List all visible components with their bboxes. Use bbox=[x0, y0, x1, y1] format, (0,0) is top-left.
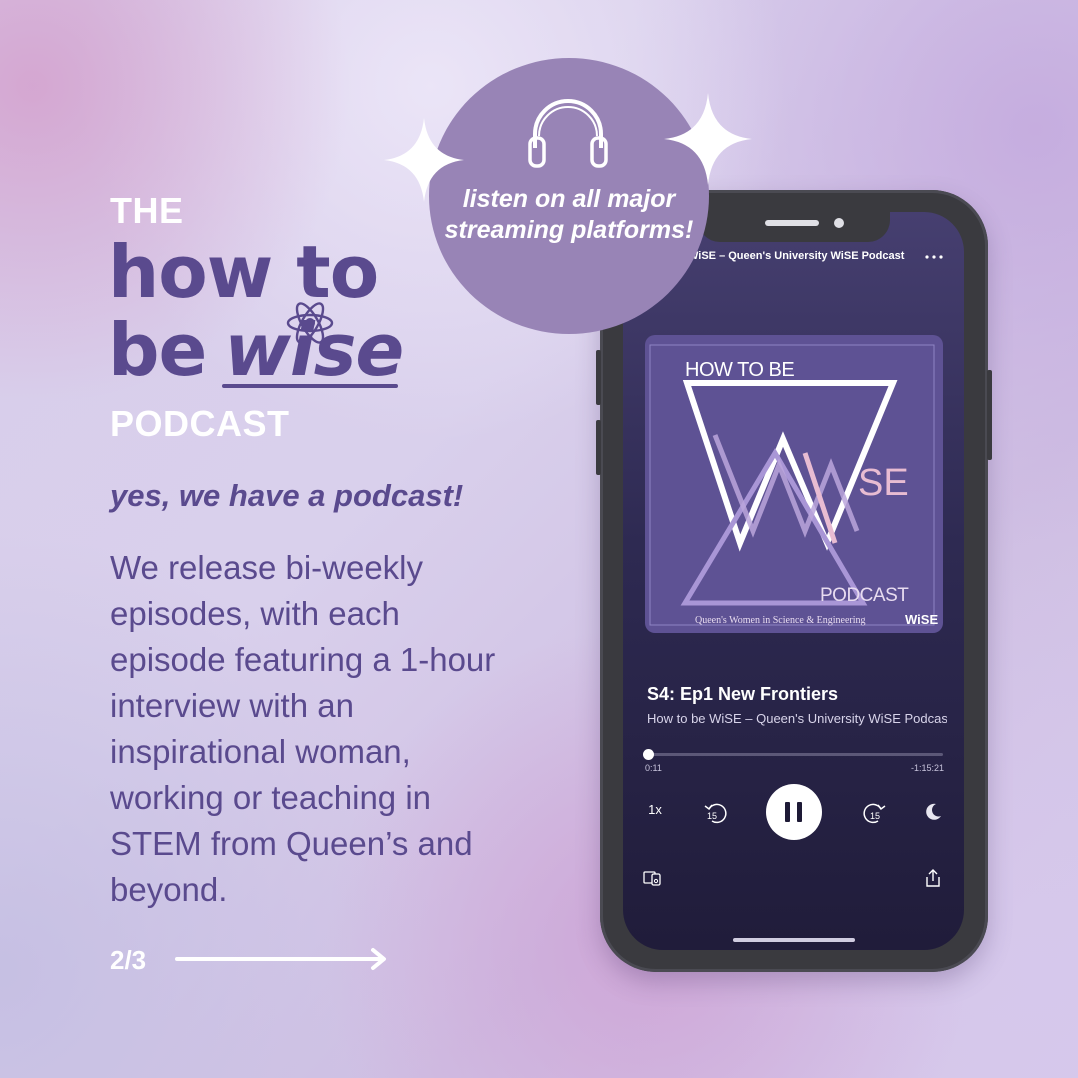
atom-icon bbox=[286, 302, 334, 344]
time-remaining: -1:15:21 bbox=[910, 763, 944, 773]
playback-speed-button[interactable]: 1x bbox=[642, 802, 668, 817]
description: We release bi-weekly episodes, with each… bbox=[110, 549, 496, 908]
skip-forward-seconds: 15 bbox=[870, 811, 881, 821]
moon-icon bbox=[926, 803, 941, 820]
phone-side-button bbox=[987, 370, 992, 460]
title-be-wise: be wise bbox=[108, 314, 404, 386]
headphones-icon bbox=[528, 99, 608, 168]
pause-button[interactable] bbox=[766, 784, 822, 840]
cover-logo: WiSE bbox=[905, 612, 939, 627]
time-elapsed: 0:11 bbox=[645, 763, 662, 773]
pause-icon bbox=[785, 802, 790, 822]
skip-back-button[interactable]: 15 bbox=[702, 800, 730, 826]
title-how-to: how to bbox=[108, 230, 379, 314]
connect-device-button[interactable] bbox=[643, 870, 663, 888]
phone-side-button bbox=[596, 420, 601, 475]
more-options-icon[interactable] bbox=[924, 254, 944, 260]
cover-footer: Queen's Women in Science & Engineering bbox=[695, 615, 866, 626]
home-indicator bbox=[733, 938, 855, 942]
cover-line-top: HOW TO BE bbox=[685, 359, 795, 381]
sleep-timer-button[interactable] bbox=[922, 801, 944, 823]
cover-letters: SE bbox=[858, 462, 909, 504]
progress-bar[interactable] bbox=[648, 753, 943, 756]
page-counter: 2/3 bbox=[110, 945, 147, 975]
share-button[interactable] bbox=[924, 868, 942, 888]
skip-back-seconds: 15 bbox=[707, 811, 718, 821]
phone-speaker bbox=[765, 220, 819, 226]
tagline: yes, we have a podcast! bbox=[110, 478, 464, 513]
share-icon bbox=[926, 869, 940, 887]
device-icon bbox=[643, 871, 661, 886]
skip-forward-button[interactable]: 15 bbox=[860, 800, 888, 826]
sparkle-icon bbox=[664, 93, 752, 185]
title-podcast: PODCAST bbox=[110, 403, 290, 444]
wise-underline bbox=[222, 384, 398, 388]
sparkle-icon bbox=[384, 118, 464, 202]
badge-text: listen on all major streaming platforms! bbox=[444, 185, 694, 244]
episode-show-name: How to be WiSE – Queen's University WiSE… bbox=[647, 711, 947, 726]
player-header-title: WiSE – Queen's University WiSE Podcast bbox=[688, 250, 905, 262]
phone-side-button bbox=[596, 350, 601, 405]
phone-notch bbox=[698, 212, 890, 242]
phone-camera bbox=[834, 218, 844, 228]
arrow-right-icon[interactable] bbox=[175, 947, 390, 971]
cover-line-bottom: PODCAST bbox=[820, 585, 909, 606]
title-the: THE bbox=[110, 190, 184, 231]
episode-title: S4: Ep1 New Frontiers bbox=[647, 684, 839, 704]
podcast-cover-art: HOW TO BE SE PODCAST Queen's Women in Sc… bbox=[645, 335, 943, 633]
progress-knob[interactable] bbox=[643, 749, 654, 760]
title-be: be bbox=[108, 308, 207, 392]
pause-icon bbox=[797, 802, 802, 822]
